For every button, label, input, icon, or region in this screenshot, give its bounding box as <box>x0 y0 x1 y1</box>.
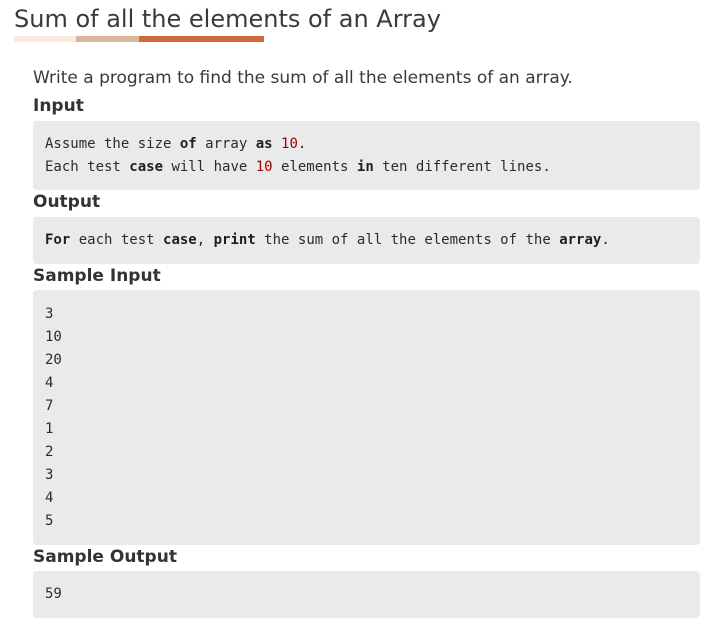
code-text: . <box>297 136 307 152</box>
page-title: Sum of all the elements of an Array <box>14 5 441 33</box>
code-keyword: of <box>179 136 197 152</box>
code-keyword: case <box>129 159 164 175</box>
title-underline <box>14 36 264 42</box>
code-text: , <box>196 232 214 248</box>
code-keyword: as <box>255 136 273 152</box>
title-underline-segment-strong <box>139 36 264 42</box>
sample-input-heading: Sample Input <box>33 266 161 286</box>
sample-input-line: 3 <box>45 306 54 322</box>
code-text: ten different lines. <box>373 159 551 175</box>
code-keyword: in <box>356 159 374 175</box>
input-code-line: Assume the size of array as 10. <box>45 133 688 156</box>
sample-input-code-block: 3 10 20 4 7 1 2 3 4 5 <box>33 290 700 545</box>
sample-input-line: 5 <box>45 513 54 529</box>
output-heading: Output <box>33 192 101 212</box>
code-keyword: array <box>559 232 602 248</box>
input-heading: Input <box>33 96 84 116</box>
sample-input-line: 4 <box>45 375 54 391</box>
sample-input-line: 2 <box>45 444 54 460</box>
input-code-block: Assume the size of array as 10. Each test… <box>33 121 700 190</box>
sample-input-line: 3 <box>45 467 54 483</box>
code-text: each test <box>70 232 164 248</box>
output-code-line: For each test case, print the sum of all… <box>45 229 688 252</box>
sample-input-line: 4 <box>45 490 54 506</box>
code-keyword: print <box>213 232 256 248</box>
sample-output-code-block: 59 <box>33 571 700 618</box>
problem-description: Write a program to find the sum of all t… <box>33 68 573 88</box>
code-text: elements <box>272 159 357 175</box>
title-underline-segment-mid <box>76 36 139 42</box>
code-number: 10 <box>281 136 298 152</box>
code-text: the sum of all the elements of the <box>255 232 560 248</box>
output-code-block: For each test case, print the sum of all… <box>33 217 700 264</box>
sample-input-line: 10 <box>45 329 62 345</box>
title-underline-segment-light <box>14 36 76 42</box>
code-text: will have <box>163 159 256 175</box>
code-text: array <box>196 136 256 152</box>
sample-output-heading: Sample Output <box>33 547 177 567</box>
sample-input-line: 20 <box>45 352 62 368</box>
sample-output-line: 59 <box>45 586 62 602</box>
code-keyword: case <box>163 232 197 248</box>
code-number: 10 <box>255 159 273 175</box>
code-text: Assume the size <box>45 136 180 152</box>
input-code-line: Each test case will have 10 elements in … <box>45 156 688 179</box>
sample-input-line: 1 <box>45 421 54 437</box>
code-text: Each test <box>45 159 130 175</box>
sample-input-line: 7 <box>45 398 54 414</box>
code-text: . <box>601 232 610 248</box>
code-keyword: For <box>45 232 71 248</box>
